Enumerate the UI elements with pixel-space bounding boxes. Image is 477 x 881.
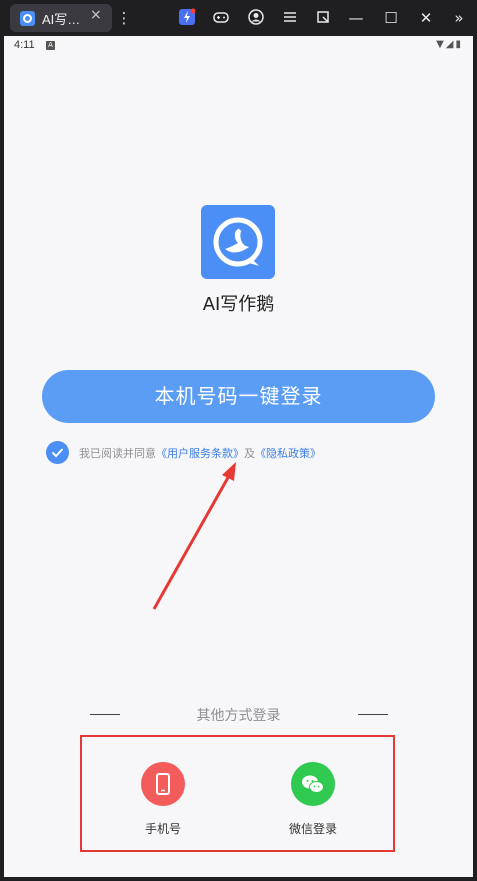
clock: 4:11 bbox=[14, 39, 35, 51]
app-logo-icon bbox=[201, 205, 275, 279]
account-icon[interactable] bbox=[246, 8, 266, 28]
screenshot-icon[interactable] bbox=[313, 8, 333, 28]
phone-login-label: 手机号 bbox=[144, 822, 181, 836]
agreement-text: 我已阅读并同意《用户服务条款》及《隐私政策》 bbox=[79, 445, 321, 461]
agree-join: 及 bbox=[244, 447, 255, 460]
notification-badge: A bbox=[46, 41, 55, 50]
right-divider bbox=[358, 714, 388, 715]
browser-titlebar: AI写… × ⋮ — ☐ ✕ » bbox=[0, 0, 477, 36]
agree-checkbox[interactable] bbox=[46, 441, 69, 464]
more-menu-icon[interactable]: ⋮ bbox=[114, 8, 134, 28]
login-screen: AI写作鹅 本机号码一键登录 我已阅读并同意《用户服务条款》及《隐私政策》 其他… bbox=[4, 56, 473, 877]
one-click-login-button[interactable]: 本机号码一键登录 bbox=[42, 370, 435, 423]
tab-title: AI写… bbox=[42, 12, 81, 27]
bolt-icon[interactable] bbox=[177, 8, 197, 28]
hamburger-menu-icon[interactable] bbox=[280, 8, 300, 28]
android-statusbar: 4:11 A ▼◢▮ bbox=[4, 36, 473, 56]
privacy-link[interactable]: 《隐私政策》 bbox=[255, 447, 321, 460]
close-window-icon[interactable]: ✕ bbox=[416, 8, 436, 28]
maximize-icon[interactable]: ☐ bbox=[381, 8, 401, 28]
agree-prefix: 我已阅读并同意 bbox=[79, 447, 156, 460]
other-login-heading: 其他方式登录 bbox=[196, 708, 281, 724]
wechat-login-button[interactable] bbox=[291, 762, 335, 806]
gamepad-icon[interactable] bbox=[211, 8, 231, 28]
signal-battery-icon: ▼◢▮ bbox=[436, 39, 463, 50]
terms-link[interactable]: 《用户服务条款》 bbox=[156, 447, 244, 460]
app-name: AI写作鹅 bbox=[202, 294, 275, 315]
wechat-login-label: 微信登录 bbox=[288, 822, 337, 836]
minimize-icon[interactable]: — bbox=[346, 8, 366, 28]
tab-close-icon[interactable]: × bbox=[90, 7, 102, 23]
browser-tab[interactable]: AI写… × bbox=[10, 4, 112, 32]
expand-sidebar-icon[interactable]: » bbox=[449, 8, 469, 28]
phone-login-button[interactable] bbox=[141, 762, 185, 806]
app-favicon-icon bbox=[20, 11, 35, 26]
